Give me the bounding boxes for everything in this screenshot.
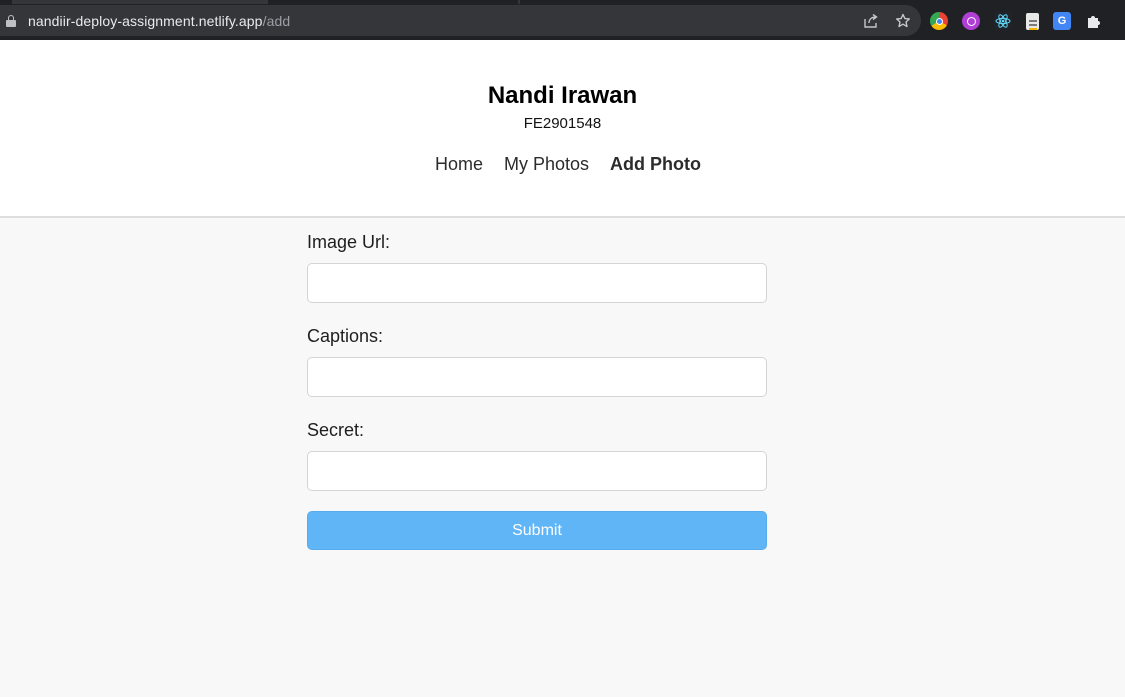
page-title: Nandi Irawan <box>487 82 638 109</box>
puzzle-icon[interactable] <box>1085 12 1103 30</box>
url-host: nandiir-deploy-assignment.netlify.app <box>28 12 263 29</box>
lock-icon[interactable] <box>6 14 16 27</box>
image-url-group: Image Url: <box>307 230 767 304</box>
main-nav: Home My Photos Add Photo <box>0 154 1125 175</box>
share-icon[interactable] <box>863 13 879 29</box>
notes-ext-icon[interactable] <box>1026 12 1039 30</box>
captions-label: Captions: <box>307 326 384 346</box>
secret-group: Secret: <box>307 418 767 492</box>
secret-input[interactable] <box>307 451 767 491</box>
nav-home-link[interactable]: Home <box>435 154 483 175</box>
url-path: /add <box>262 12 291 29</box>
address-bar[interactable]: nandiir-deploy-assignment.netlify.app/ad… <box>0 5 921 36</box>
chrome-ext-icon[interactable] <box>930 12 948 30</box>
secret-label: Secret: <box>307 420 365 440</box>
browser-toolbar: nandiir-deploy-assignment.netlify.app/ad… <box>0 0 1125 40</box>
star-icon[interactable] <box>895 13 911 29</box>
submit-button[interactable]: Submit <box>307 511 767 550</box>
nav-add-photo-link[interactable]: Add Photo <box>610 154 701 175</box>
student-id: FE2901548 <box>523 115 602 132</box>
captions-group: Captions: <box>307 324 767 398</box>
captions-input[interactable] <box>307 357 767 397</box>
nav-my-photos-link[interactable]: My Photos <box>504 154 589 175</box>
image-url-input[interactable] <box>307 263 767 303</box>
url-text[interactable]: nandiir-deploy-assignment.netlify.app/ad… <box>28 13 290 29</box>
site-header: Nandi Irawan FE2901548 Home My Photos Ad… <box>0 40 1125 218</box>
tab-strip <box>0 0 1125 4</box>
purple-ext-icon[interactable] <box>962 12 980 30</box>
translate-ext-icon[interactable]: G <box>1053 12 1071 30</box>
react-devtools-icon[interactable] <box>994 12 1012 30</box>
image-url-label: Image Url: <box>307 232 391 252</box>
add-photo-form: Image Url: Captions: Secret: Submit <box>307 230 767 550</box>
